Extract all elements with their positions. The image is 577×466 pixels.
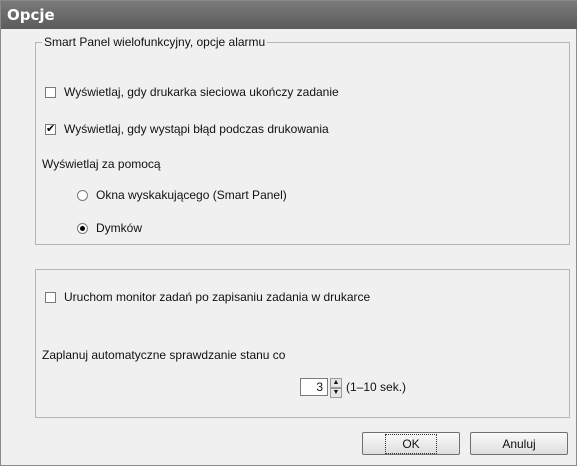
schedule-label: Zaplanuj automatyczne sprawdzanie stanu … [42,348,285,362]
start-monitor-label: Uruchom monitor zadań po zapisaniu zadan… [64,290,371,304]
interval-spin-buttons[interactable]: ▲ ▼ [330,378,342,398]
checkbox-box[interactable] [45,86,56,98]
checkbox-box-checked[interactable] [45,122,56,136]
cancel-button-label: Anuluj [502,436,536,451]
notify-print-error-label: Wyświetlaj, gdy wystąpi błąd podczas dru… [64,122,329,136]
interval-range-label: (1–10 sek.) [346,380,407,394]
interval-input[interactable]: 3 [300,378,328,396]
ok-button[interactable]: OK [362,432,460,455]
cancel-button[interactable]: Anuluj [470,432,568,455]
display-via-text: Wyświetlaj za pomocą [42,157,161,171]
window-title: Opcje [7,6,55,24]
spin-down-icon[interactable]: ▼ [330,388,342,398]
schedule-text: Zaplanuj automatyczne sprawdzanie stanu … [42,348,286,362]
title-bar[interactable]: Opcje [1,1,577,29]
ok-button-label: OK [385,433,437,454]
radio-button-selected[interactable] [77,222,88,234]
alarm-options-group: Smart Panel wielofunkcyjny, opcje alarmu… [35,35,570,245]
radio-balloons-label: Dymków [96,221,143,235]
radio-balloons[interactable]: Dymków [77,221,142,235]
job-monitor-group: Uruchom monitor zadań po zapisaniu zadan… [35,269,570,418]
options-dialog: Opcje Smart Panel wielofunkcyjny, opcje … [0,0,577,466]
radio-popup-window-label: Okna wyskakującego (Smart Panel) [96,188,287,202]
checkbox-box[interactable] [45,291,56,303]
notify-network-print-done-label: Wyświetlaj, gdy drukarka sieciowa ukończ… [64,85,339,99]
start-monitor-checkbox[interactable]: Uruchom monitor zadań po zapisaniu zadan… [45,290,370,304]
radio-popup-window[interactable]: Okna wyskakującego (Smart Panel) [77,188,287,202]
display-via-label: Wyświetlaj za pomocą [42,157,161,171]
radio-button[interactable] [77,189,88,201]
notify-print-error-checkbox[interactable]: Wyświetlaj, gdy wystąpi błąd podczas dru… [45,122,329,136]
notify-network-print-done-checkbox[interactable]: Wyświetlaj, gdy drukarka sieciowa ukończ… [45,85,339,99]
spin-up-icon[interactable]: ▲ [330,378,342,388]
interval-stepper[interactable]: 3 ▲ ▼ (1–10 sek.) [300,378,407,398]
alarm-options-legend: Smart Panel wielofunkcyjny, opcje alarmu [42,35,268,49]
